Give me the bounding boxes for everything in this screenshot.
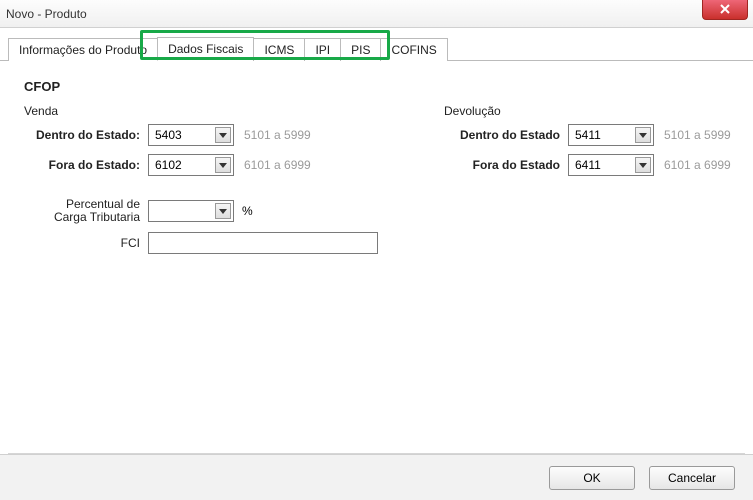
devolucao-fora-value: 6411 [575, 158, 601, 172]
chevron-down-icon [215, 157, 231, 173]
tab-icms[interactable]: ICMS [253, 38, 305, 61]
devolucao-dentro-label: Dentro do Estado [444, 128, 568, 142]
group-cfop-title: CFOP [24, 79, 739, 94]
devolucao-fora-select[interactable]: 6411 [568, 154, 654, 176]
cancelar-button[interactable]: Cancelar [649, 466, 735, 490]
devolucao-dentro-value: 5411 [575, 128, 601, 142]
tab-ipi[interactable]: IPI [304, 38, 341, 61]
devolucao-fora-label: Fora do Estado [444, 158, 568, 172]
tab-informacoes-produto[interactable]: Informações do Produto [8, 38, 158, 61]
tab-cofins[interactable]: COFINS [380, 38, 447, 61]
venda-title: Venda [24, 104, 404, 118]
ok-button[interactable]: OK [549, 466, 635, 490]
venda-fora-select[interactable]: 6102 [148, 154, 234, 176]
venda-section: Venda Dentro do Estado: 5403 5101 a 5999… [24, 104, 404, 262]
venda-fora-hint: 6101 a 6999 [244, 158, 311, 172]
devolucao-fora-hint: 6101 a 6999 [664, 158, 731, 172]
chevron-down-icon [215, 203, 231, 219]
chevron-down-icon [215, 127, 231, 143]
titlebar: Novo - Produto [0, 0, 753, 28]
venda-dentro-value: 5403 [155, 128, 182, 142]
tab-bar: Informações do Produto Dados Fiscais ICM… [0, 28, 753, 61]
tab-pis[interactable]: PIS [340, 38, 381, 61]
dialog-footer: OK Cancelar [0, 454, 753, 500]
percentual-select[interactable] [148, 200, 234, 222]
venda-dentro-hint: 5101 a 5999 [244, 128, 311, 142]
venda-fora-label: Fora do Estado: [24, 158, 148, 172]
chevron-down-icon [635, 127, 651, 143]
fci-label: FCI [24, 236, 148, 250]
chevron-down-icon [635, 157, 651, 173]
window-title: Novo - Produto [6, 7, 87, 21]
close-icon [720, 4, 730, 14]
percent-sign: % [242, 204, 253, 218]
devolucao-title: Devolução [444, 104, 731, 118]
percentual-label: Percentual de Carga Tributaria [24, 198, 148, 224]
venda-dentro-label: Dentro do Estado: [24, 128, 148, 142]
devolucao-section: Devolução Dentro do Estado 5411 5101 a 5… [444, 104, 731, 262]
devolucao-dentro-select[interactable]: 5411 [568, 124, 654, 146]
close-button[interactable] [702, 0, 748, 20]
tab-dados-fiscais[interactable]: Dados Fiscais [157, 37, 254, 61]
devolucao-dentro-hint: 5101 a 5999 [664, 128, 731, 142]
fci-input[interactable] [148, 232, 378, 254]
venda-dentro-select[interactable]: 5403 [148, 124, 234, 146]
tab-content-dados-fiscais: CFOP Venda Dentro do Estado: 5403 5101 a… [0, 61, 753, 451]
venda-fora-value: 6102 [155, 158, 182, 172]
